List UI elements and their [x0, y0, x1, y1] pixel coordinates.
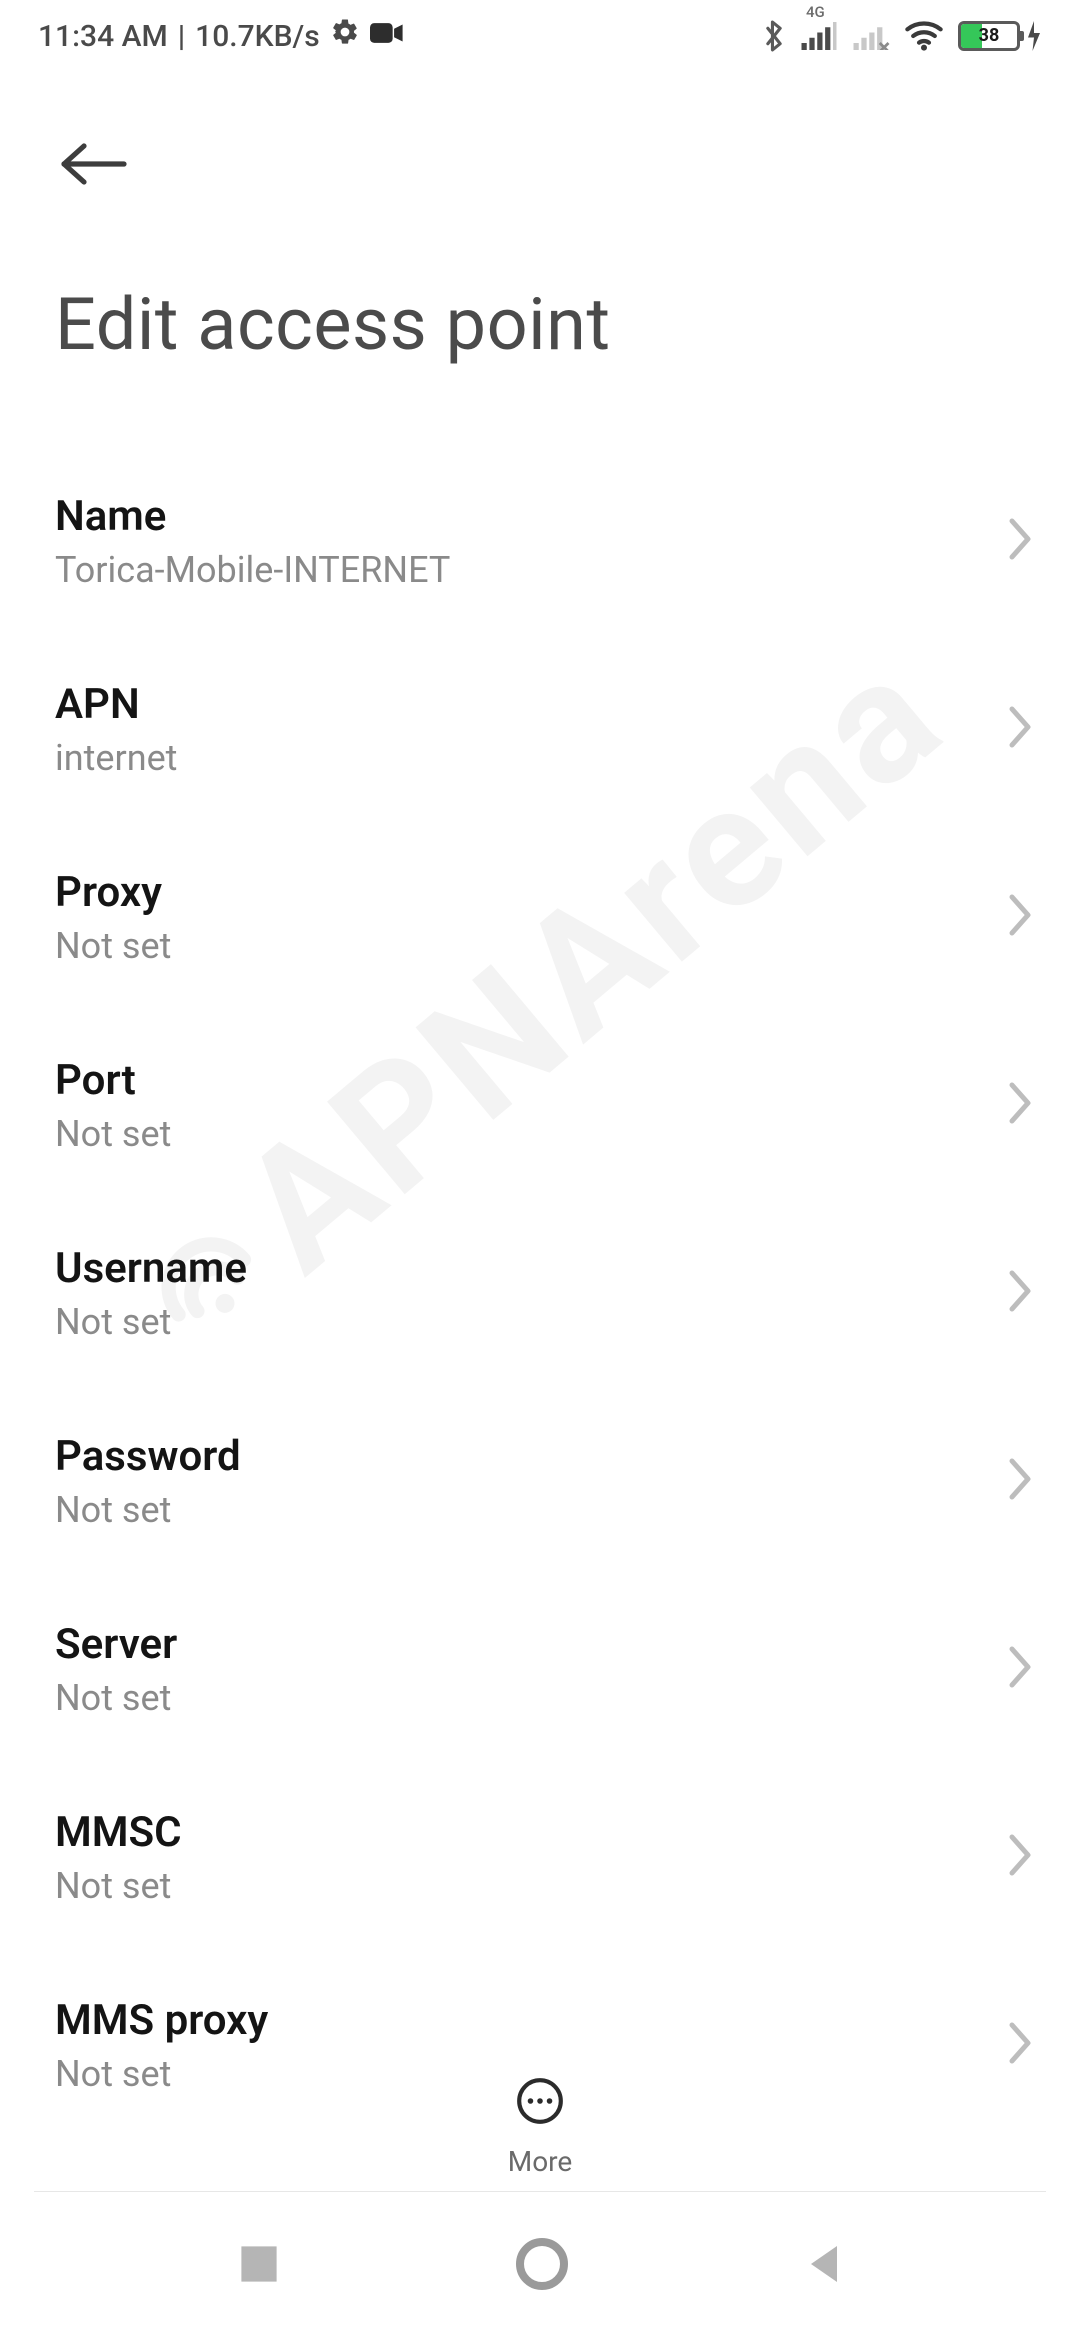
- chevron-right-icon: [1006, 517, 1034, 565]
- row-server[interactable]: Server Not set: [0, 1575, 1080, 1763]
- row-name[interactable]: Name Torica-Mobile-INTERNET: [0, 447, 1080, 635]
- row-value: Not set: [55, 1113, 171, 1155]
- row-value: Torica-Mobile-INTERNET: [55, 549, 450, 591]
- row-value: Not set: [55, 1865, 182, 1907]
- battery-indicator: 38: [958, 21, 1042, 51]
- signal-sim1-icon: 4G: [800, 22, 838, 50]
- row-mmsc[interactable]: MMSC Not set: [0, 1763, 1080, 1951]
- bluetooth-icon: [762, 19, 786, 53]
- gear-icon: [330, 17, 360, 55]
- status-time: 11:34 AM: [38, 19, 168, 54]
- charging-icon: [1026, 21, 1042, 51]
- row-value: internet: [55, 737, 177, 779]
- status-right: 4G 38: [762, 19, 1042, 53]
- arrow-left-icon: [58, 140, 130, 188]
- video-icon: [370, 19, 404, 54]
- more-label: More: [508, 2145, 573, 2178]
- row-label: Server: [55, 1620, 177, 1669]
- row-value: Not set: [55, 1489, 241, 1531]
- row-port[interactable]: Port Not set: [0, 1011, 1080, 1199]
- row-value: Not set: [55, 1677, 177, 1719]
- battery-pct: 38: [961, 24, 1017, 48]
- row-value: Not set: [55, 2053, 268, 2095]
- row-label: Proxy: [55, 868, 171, 917]
- row-label: Password: [55, 1432, 241, 1481]
- row-label: APN: [55, 680, 177, 729]
- row-label: Username: [55, 1244, 247, 1293]
- row-label: MMS proxy: [55, 1996, 268, 2045]
- signal-sim2-icon: [852, 22, 890, 50]
- status-bar: 11:34 AM | 10.7KB/s 4G: [0, 0, 1080, 72]
- chevron-right-icon: [1006, 1833, 1034, 1881]
- nav-back-button[interactable]: [803, 2242, 843, 2290]
- row-value: Not set: [55, 925, 171, 967]
- row-username[interactable]: Username Not set: [0, 1199, 1080, 1387]
- chevron-right-icon: [1006, 893, 1034, 941]
- nav-home-button[interactable]: [514, 2236, 570, 2296]
- row-password[interactable]: Password Not set: [0, 1387, 1080, 1575]
- chevron-right-icon: [1006, 1457, 1034, 1505]
- chevron-right-icon: [1006, 2021, 1034, 2069]
- signal-network-label: 4G: [806, 5, 825, 19]
- status-sep: |: [178, 19, 185, 54]
- back-button[interactable]: [48, 130, 140, 202]
- status-left: 11:34 AM | 10.7KB/s: [38, 17, 404, 55]
- nav-recents-button[interactable]: [237, 2242, 281, 2290]
- row-proxy[interactable]: Proxy Not set: [0, 823, 1080, 1011]
- row-label: Name: [55, 492, 450, 541]
- chevron-right-icon: [1006, 705, 1034, 753]
- chevron-right-icon: [1006, 1269, 1034, 1317]
- apn-fields-list: Name Torica-Mobile-INTERNET APN internet…: [0, 447, 1080, 2139]
- row-label: MMSC: [55, 1808, 182, 1857]
- row-mms-proxy[interactable]: MMS proxy Not set: [0, 1951, 1080, 2139]
- page-title: Edit access point: [0, 202, 1080, 447]
- chevron-right-icon: [1006, 1081, 1034, 1129]
- row-apn[interactable]: APN internet: [0, 635, 1080, 823]
- wifi-icon: [904, 20, 944, 52]
- navigation-bar: [0, 2192, 1080, 2340]
- status-data-rate: 10.7KB/s: [195, 19, 320, 54]
- row-label: Port: [55, 1056, 171, 1105]
- chevron-right-icon: [1006, 1645, 1034, 1693]
- row-value: Not set: [55, 1301, 247, 1343]
